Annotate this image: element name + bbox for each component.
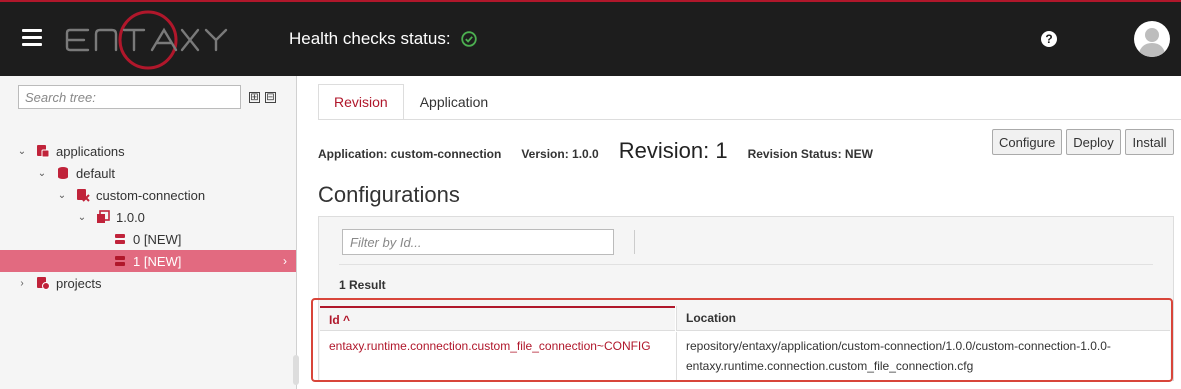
deploy-button[interactable]: Deploy xyxy=(1066,129,1121,155)
tree-item-custom-connection[interactable]: ⌄ custom-connection xyxy=(0,184,296,206)
filter-input[interactable] xyxy=(342,229,614,255)
toolbar-divider xyxy=(339,264,1153,265)
tree-item-revision-0[interactable]: 0 [NEW] xyxy=(0,228,296,250)
tree-item-label: default xyxy=(76,165,116,181)
revision-icon xyxy=(115,234,125,244)
install-button[interactable]: Install xyxy=(1125,129,1174,155)
column-header-location[interactable]: Location xyxy=(676,306,1170,331)
applications-folder-icon xyxy=(37,145,50,158)
revision-icon xyxy=(115,256,125,266)
database-icon xyxy=(58,167,68,179)
configurations-table: Id ^ Location entaxy.runtime.connection.… xyxy=(320,306,1170,380)
application-icon xyxy=(77,189,90,202)
hamburger-menu-icon[interactable] xyxy=(22,29,42,47)
revision-title: Revision: 1 xyxy=(618,138,728,163)
application-name: Application: custom-connection xyxy=(318,147,502,161)
table-cell-id[interactable]: entaxy.runtime.connection.custom_file_co… xyxy=(320,332,675,360)
chevron-down-icon[interactable]: ⌄ xyxy=(57,190,67,201)
check-circle-icon xyxy=(460,31,477,47)
configure-button[interactable]: Configure xyxy=(992,129,1062,155)
user-avatar-icon[interactable] xyxy=(1134,21,1170,57)
top-navbar: Health checks status: ? xyxy=(0,0,1181,76)
toolbar-separator xyxy=(634,230,635,254)
sidebar-tree: ⊞ ⊟ ⌄ applications ⌄ default ⌄ custom-co… xyxy=(0,76,299,389)
revision-status: Revision Status: NEW xyxy=(747,147,873,161)
tab-divider xyxy=(318,119,1181,120)
tab-application[interactable]: Application xyxy=(404,84,505,120)
tree-item-label: applications xyxy=(56,143,125,159)
tree-item-revision-1[interactable]: 1 [NEW] › xyxy=(0,250,296,272)
health-status: Health checks status: xyxy=(289,29,477,49)
result-count: 1 Result xyxy=(339,278,386,292)
tree-item-label: projects xyxy=(56,275,102,291)
version-label: Version: 1.0.0 xyxy=(521,147,599,161)
help-icon[interactable]: ? xyxy=(1041,31,1057,47)
table-cell-location: repository/entaxy/application/custom-con… xyxy=(676,332,1170,380)
tree-item-projects[interactable]: › projects xyxy=(0,272,296,294)
tree-item-label: custom-connection xyxy=(96,187,206,203)
tree-item-label: 1.0.0 xyxy=(116,209,145,225)
version-stack-icon xyxy=(97,210,110,223)
chevron-down-icon[interactable]: ⌄ xyxy=(77,212,87,223)
tab-revision[interactable]: Revision xyxy=(318,84,404,120)
tree-item-default[interactable]: ⌄ default xyxy=(0,162,296,184)
chevron-right-icon[interactable]: › xyxy=(17,278,27,289)
configurations-title: Configurations xyxy=(318,182,460,207)
column-header-id[interactable]: Id ^ xyxy=(320,306,675,331)
tree-item-label: 0 [NEW] xyxy=(133,231,182,247)
sidebar-scrollbar[interactable] xyxy=(293,355,299,385)
chevron-right-icon: › xyxy=(283,254,287,268)
search-tree-input[interactable] xyxy=(18,85,241,109)
expand-all-icon[interactable]: ⊞ xyxy=(249,92,260,103)
entaxy-logo[interactable] xyxy=(64,10,234,70)
projects-folder-icon xyxy=(37,277,50,290)
chevron-down-icon[interactable]: ⌄ xyxy=(17,146,27,157)
tree-item-applications[interactable]: ⌄ applications xyxy=(0,140,296,162)
revision-info: Application: custom-connection Version: … xyxy=(318,138,873,164)
tree-item-label: 1 [NEW] xyxy=(133,253,182,269)
tree-item-version[interactable]: ⌄ 1.0.0 xyxy=(0,206,296,228)
chevron-down-icon[interactable]: ⌄ xyxy=(37,168,47,179)
collapse-all-icon[interactable]: ⊟ xyxy=(265,92,276,103)
health-label: Health checks status: xyxy=(289,29,451,48)
tab-bar: Revision Application xyxy=(318,84,504,120)
